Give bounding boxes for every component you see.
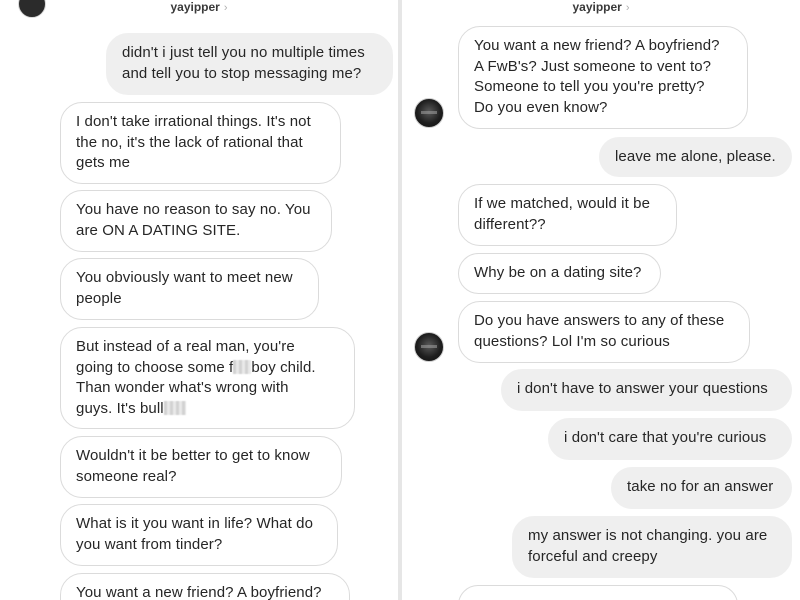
message-bubble-incoming[interactable]: Wouldn't it be better to get to know som… [60,436,342,498]
message-bubble-incoming[interactable] [458,585,738,600]
message-bubble-incoming[interactable]: You want a new friend? A boyfriend? [60,573,350,600]
conversation-header[interactable]: yayipper › [402,0,800,16]
message-bubble-outgoing[interactable]: didn't i just tell you no multiple times… [106,33,393,95]
right-screenshot-panel: yayipper › You want a new friend? A boyfr… [402,0,800,600]
message-bubble-outgoing[interactable]: i don't care that you're curious [548,418,792,460]
blur-censor-icon [163,400,186,415]
message-bubble-incoming[interactable]: I don't take irrational things. It's not… [60,102,341,184]
sender-avatar[interactable] [414,98,444,128]
message-bubble-incoming[interactable]: You have no reason to say no. You are ON… [60,190,332,252]
message-bubble-incoming[interactable]: Why be on a dating site? [458,253,661,294]
message-bubble-outgoing[interactable]: my answer is not changing. you are force… [512,516,792,578]
message-bubble-outgoing[interactable]: take no for an answer [611,467,792,509]
message-bubble-incoming[interactable]: Do you have answers to any of these ques… [458,301,750,363]
message-bubble-incoming[interactable]: You want a new friend? A boyfriend? A Fw… [458,26,748,129]
chevron-right-icon: › [625,2,630,14]
sender-avatar[interactable] [414,332,444,362]
conversation-header[interactable]: yayipper › [0,0,398,16]
message-bubble-incoming[interactable]: But instead of a real man, you're going … [60,327,355,429]
chevron-right-icon: › [223,2,228,14]
message-bubble-incoming[interactable]: You obviously want to meet new people [60,258,319,320]
blur-censor-icon [233,359,252,374]
message-bubble-outgoing[interactable]: i don't have to answer your questions [501,369,792,411]
message-bubble-incoming[interactable]: If we matched, would it be different?? [458,184,677,246]
message-bubble-incoming[interactable]: What is it you want in life? What do you… [60,504,338,566]
message-bubble-outgoing[interactable]: leave me alone, please. [599,137,792,177]
username[interactable]: yayipper [572,0,621,14]
left-screenshot-panel: yayipper › didn't i just tell you no mult… [0,0,398,600]
username[interactable]: yayipper [170,0,219,14]
